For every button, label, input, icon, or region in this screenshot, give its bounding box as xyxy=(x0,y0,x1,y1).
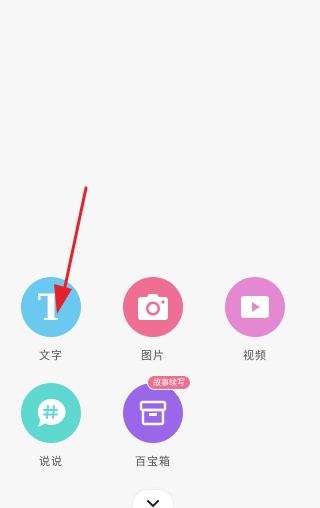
menu-item-treasure-box[interactable]: 故事续写 百宝箱 xyxy=(102,375,204,489)
treasure-box-icon-circle: 故事续写 xyxy=(123,375,191,443)
post-type-menu-screen: T 文字 图片 视频 说说 故事续写 百宝箱 xyxy=(0,0,306,508)
collapse-menu-button[interactable] xyxy=(133,490,173,508)
menu-item-label: 图片 xyxy=(141,349,165,362)
chat-hash-icon xyxy=(37,398,66,427)
post-type-grid: T 文字 图片 视频 说说 故事续写 百宝箱 xyxy=(0,277,306,489)
video-play-icon xyxy=(241,296,269,318)
picture-icon-circle xyxy=(123,277,183,337)
camera-icon xyxy=(138,294,168,320)
treasure-box-icon xyxy=(139,400,167,426)
menu-item-label: 说说 xyxy=(39,455,63,468)
menu-item-picture[interactable]: 图片 xyxy=(102,277,204,383)
menu-item-label: 百宝箱 xyxy=(135,455,171,468)
say-icon-circle xyxy=(21,383,81,443)
menu-item-label: 文字 xyxy=(39,349,63,362)
chevron-down-icon xyxy=(147,500,159,507)
menu-item-say[interactable]: 说说 xyxy=(0,383,102,489)
story-continuation-badge: 故事续写 xyxy=(147,375,191,390)
text-icon-circle: T xyxy=(21,277,81,337)
text-t-icon: T xyxy=(37,287,65,329)
video-icon-circle xyxy=(225,277,285,337)
menu-item-label: 视频 xyxy=(243,349,267,362)
menu-item-text[interactable]: T 文字 xyxy=(0,277,102,383)
menu-item-video[interactable]: 视频 xyxy=(204,277,306,383)
